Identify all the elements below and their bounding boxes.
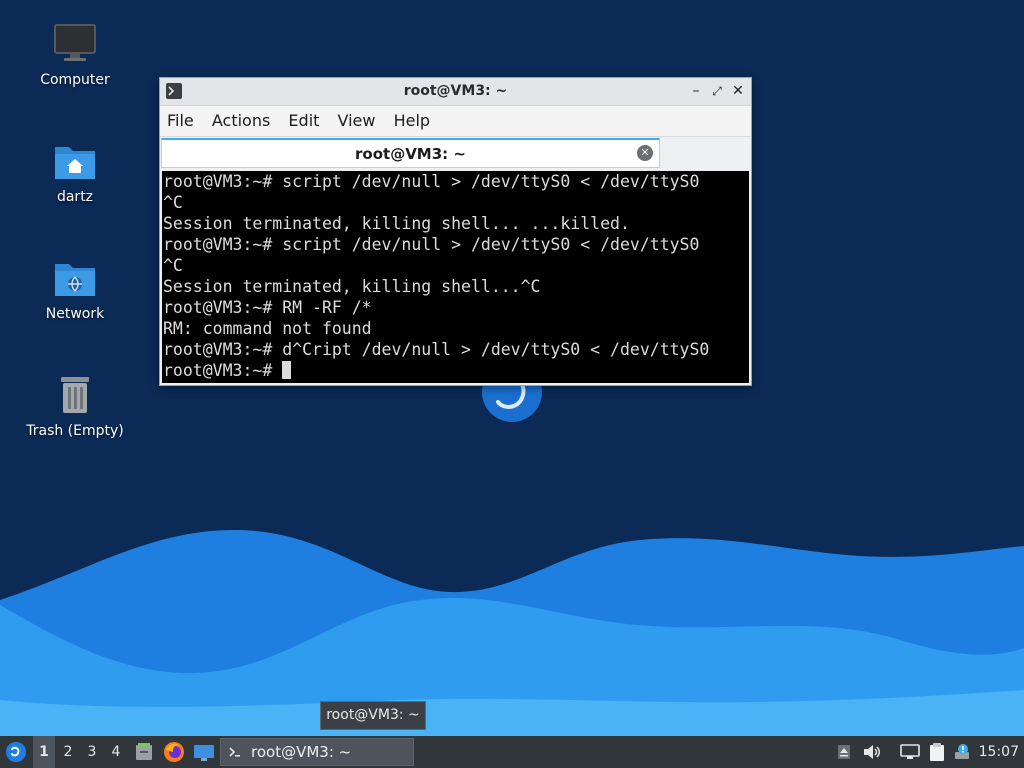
file-manager-launcher[interactable]	[132, 736, 156, 768]
clock[interactable]: 15:07	[979, 736, 1019, 768]
menu-file[interactable]: File	[160, 106, 200, 130]
update-notification-icon	[955, 744, 969, 759]
distro-menu-icon	[6, 742, 26, 762]
terminal-line: Session terminated, killing shell...^C	[163, 277, 541, 296]
maximize-button[interactable]: ⤢	[707, 81, 727, 101]
terminal-line: ^C	[163, 193, 183, 212]
window-titlebar[interactable]: root@VM3: ~ – ⤢ ✕	[160, 78, 751, 106]
tray-arrow[interactable]	[835, 736, 853, 768]
clipboard-icon	[930, 743, 944, 761]
terminal-tab[interactable]: root@VM3: ~ ✕	[161, 138, 660, 168]
close-button[interactable]: ✕	[728, 81, 748, 101]
terminal-console[interactable]: root@VM3:~# script /dev/null > /dev/ttyS…	[162, 171, 749, 383]
menubar: File Actions Edit View Help	[160, 106, 751, 137]
wired-network-icon	[900, 744, 920, 759]
workspace-2[interactable]: 2	[57, 736, 79, 768]
volume-control[interactable]	[860, 736, 884, 768]
tab-close-icon[interactable]: ✕	[637, 145, 653, 161]
terminal-line: root@VM3:~# RM -RF /*	[163, 298, 372, 317]
task-button-terminal[interactable]: root@VM3: ~	[220, 738, 414, 766]
desktop-icon-label: dartz	[56, 189, 94, 205]
network-status[interactable]	[898, 736, 922, 768]
desktop-icon-computer[interactable]: Computer	[15, 22, 135, 88]
volume-icon	[864, 745, 880, 759]
terminal-icon	[229, 747, 240, 757]
desktop-icon-home-folder[interactable]: dartz	[15, 139, 135, 205]
clipboard-manager[interactable]	[925, 736, 949, 768]
app-menu-button[interactable]	[2, 736, 30, 768]
menu-help[interactable]: Help	[387, 106, 436, 130]
desktop-icon-label: Computer	[40, 72, 110, 88]
desktop-icon-label: Trash (Empty)	[26, 423, 124, 439]
text-cursor	[282, 361, 292, 379]
firefox-launcher[interactable]	[161, 736, 187, 768]
update-notifier[interactable]	[951, 736, 973, 768]
network-folder-icon	[55, 264, 95, 296]
terminal-line: root@VM3:~# script /dev/null > /dev/ttyS…	[163, 172, 700, 191]
terminal-line: RM: command not found	[163, 319, 372, 338]
minimize-button[interactable]: –	[686, 81, 706, 101]
monitor-icon	[54, 24, 96, 61]
show-desktop-icon	[194, 745, 214, 761]
terminal-prompt: root@VM3:~#	[163, 361, 283, 380]
terminal-line: root@VM3:~# d^Cript /dev/null > /dev/tty…	[163, 340, 710, 359]
taskbar: 1 2 3 4 root@VM3: ~ 15:07	[0, 736, 1024, 768]
menu-view[interactable]: View	[331, 106, 382, 130]
tab-bar: root@VM3: ~ ✕	[160, 137, 751, 169]
terminal-window[interactable]: root@VM3: ~ – ⤢ ✕ File Actions Edit View…	[159, 77, 752, 386]
taskbar-tooltip: root@VM3: ~	[320, 701, 426, 730]
terminal-line: ^C	[163, 256, 183, 275]
desktop-icon-network[interactable]: Network	[15, 256, 135, 322]
file-manager-icon	[136, 743, 152, 760]
terminal-prompt-line: root@VM3:~#	[163, 360, 749, 381]
eject-icon	[838, 745, 850, 759]
desktop-icon-trash[interactable]: Trash (Empty)	[15, 373, 135, 439]
menu-edit[interactable]: Edit	[281, 106, 325, 130]
window-title: root@VM3: ~	[403, 83, 508, 99]
trash-icon	[61, 377, 89, 413]
home-folder-icon	[55, 147, 95, 179]
task-button-label: root@VM3: ~	[251, 743, 352, 761]
workspace-1[interactable]: 1	[33, 736, 55, 768]
workspace-4[interactable]: 4	[105, 736, 127, 768]
workspace-3[interactable]: 3	[81, 736, 103, 768]
show-desktop-launcher[interactable]	[191, 736, 217, 768]
terminal-line: Session terminated, killing shell... ...…	[163, 214, 630, 233]
terminal-line: root@VM3:~# script /dev/null > /dev/ttyS…	[163, 235, 700, 254]
tab-label: root@VM3: ~	[355, 145, 466, 163]
desktop-icon-label: Network	[45, 306, 105, 322]
menu-actions[interactable]: Actions	[205, 106, 276, 130]
firefox-icon	[164, 742, 184, 762]
